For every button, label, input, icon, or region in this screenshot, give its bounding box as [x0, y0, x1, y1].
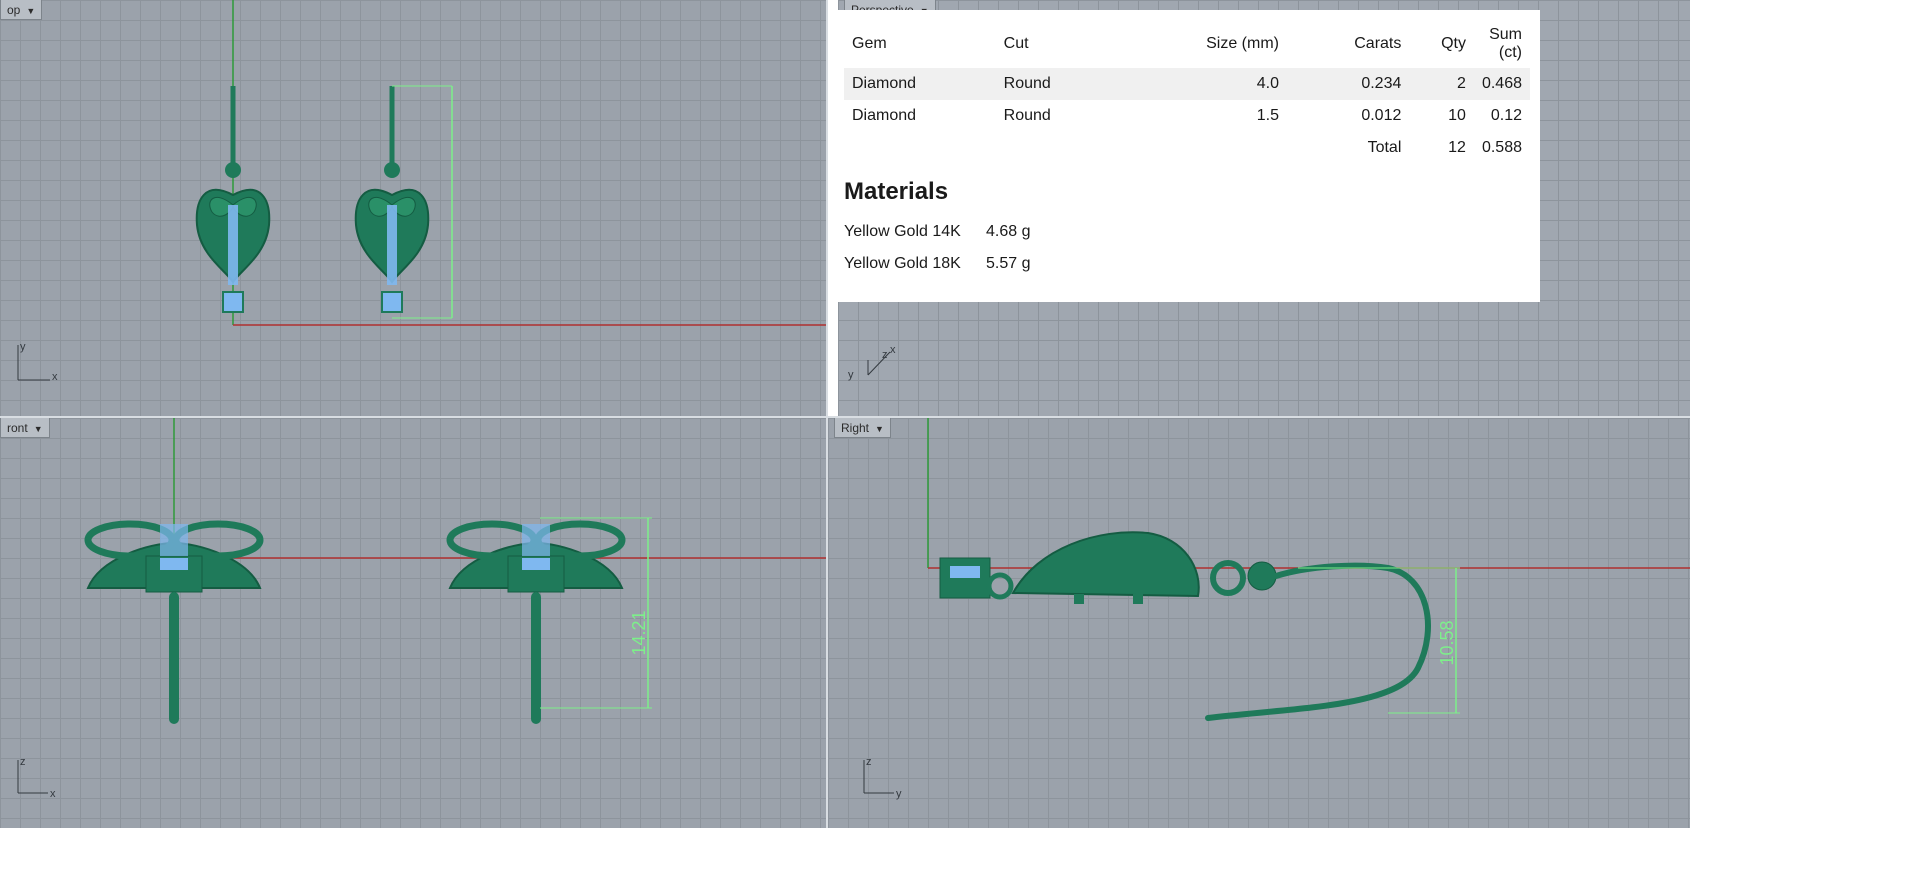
- col-cut: Cut: [1003, 35, 1029, 52]
- axis-gizmo-front: z x: [17, 756, 56, 800]
- total-label: Total: [1367, 139, 1402, 156]
- viewport-top[interactable]: op ▼ y x: [0, 0, 826, 416]
- cell-qty: 10: [1448, 107, 1466, 124]
- earring-side: 10.58: [939, 531, 1460, 721]
- materials-heading: Materials: [844, 178, 949, 205]
- col-sum: Sum (ct): [1489, 26, 1522, 61]
- viewport-divider-horizontal[interactable]: [0, 416, 1690, 418]
- dimension-label-right: 10.58: [1437, 620, 1457, 665]
- axis-label-right-y: y: [896, 788, 902, 800]
- axis-label-persp-y: y: [848, 369, 854, 381]
- viewport-right-canvas: 10.58 z y: [863, 418, 1690, 800]
- dimension-label-front: 14.21: [629, 610, 649, 655]
- cell-sum: 0.12: [1490, 107, 1522, 124]
- cell-sum: 0.468: [1473, 68, 1530, 100]
- axis-label-top-y: y: [20, 341, 26, 353]
- gem-report-panel: Gem Cut Size (mm) Carats Qty Sum (ct) Di…: [834, 10, 1540, 302]
- axis-gizmo-right: z y: [863, 756, 902, 800]
- cell-cut: Round: [1003, 107, 1051, 124]
- cell-qty: 2: [1409, 68, 1474, 100]
- total-row: Total 12 0.588: [844, 132, 1530, 164]
- material-weight: 5.57 g: [986, 255, 1031, 272]
- col-gem: Gem: [852, 35, 887, 52]
- earring-front-right: 14.21: [446, 517, 652, 724]
- cell-size: 4.0: [1155, 68, 1287, 100]
- material-name: Yellow Gold 18K: [844, 255, 961, 272]
- axis-label-top-x: x: [52, 371, 58, 383]
- material-row: Yellow Gold 18K 5.57 g: [844, 248, 1530, 280]
- viewport-top-canvas: y x: [17, 0, 826, 383]
- cell-gem: Diamond: [844, 68, 996, 100]
- material-row: Yellow Gold 14K 4.68 g: [844, 216, 1530, 248]
- earring-front-left: [84, 520, 264, 724]
- axis-label-persp-z: z: [882, 349, 888, 361]
- viewport-divider-vertical[interactable]: [826, 0, 828, 828]
- cell-carats: 0.012: [1361, 107, 1402, 124]
- cell-cut: Round: [995, 68, 1156, 100]
- cell-gem: Diamond: [852, 107, 917, 124]
- viewport-right[interactable]: Right ▼ 10.58 z y: [828, 418, 1690, 828]
- gem-table-header: Gem Cut Size (mm) Carats Qty Sum (ct): [844, 22, 1530, 68]
- viewport-front-canvas: 14.21 z x: [17, 418, 826, 800]
- axis-gizmo-perspective: y z x: [848, 344, 896, 381]
- cell-carats: 0.234: [1286, 68, 1410, 100]
- table-row: Diamond Round 1.5 0.012 10 0.12: [844, 100, 1530, 132]
- table-row: Diamond Round 4.0 0.234 2 0.468: [844, 68, 1530, 100]
- axis-label-persp-x: x: [890, 344, 896, 356]
- cell-size: 1.5: [1256, 107, 1279, 124]
- earring-top-left: [195, 86, 271, 313]
- axis-label-front-z: z: [20, 756, 26, 768]
- viewport-front[interactable]: ront ▼ 14.21 z x: [0, 418, 826, 828]
- axis-gizmo-top: y x: [17, 341, 58, 383]
- col-qty: Qty: [1441, 35, 1466, 52]
- col-carats: Carats: [1354, 35, 1402, 52]
- axis-label-front-x: x: [50, 788, 56, 800]
- axis-label-right-z: z: [866, 756, 872, 768]
- total-sum: 0.588: [1481, 139, 1522, 156]
- material-weight: 4.68 g: [986, 223, 1031, 240]
- gem-table: Gem Cut Size (mm) Carats Qty Sum (ct) Di…: [844, 22, 1530, 164]
- material-name: Yellow Gold 14K: [844, 223, 961, 240]
- col-size: Size (mm): [1206, 35, 1279, 52]
- earring-top-right: [354, 85, 453, 319]
- total-qty: 12: [1448, 139, 1466, 156]
